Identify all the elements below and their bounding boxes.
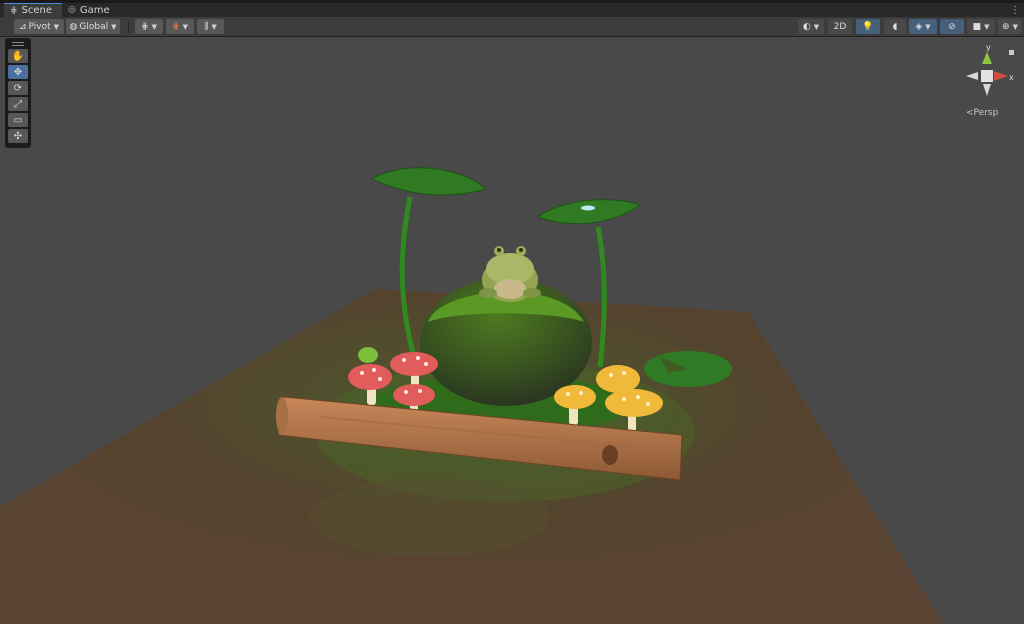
- speaker-icon: ◖: [892, 21, 898, 32]
- move-tool[interactable]: ✥: [8, 65, 28, 79]
- global-label: Global: [79, 21, 109, 32]
- scene-render: [0, 167, 944, 624]
- shading-mode-dropdown[interactable]: ◐ ▼: [798, 19, 824, 34]
- camera-dropdown[interactable]: ■ ▼: [967, 19, 995, 34]
- green-sprout: [358, 347, 378, 363]
- effects-dropdown[interactable]: ◈ ▼: [909, 19, 937, 34]
- tab-game-label: Game: [79, 4, 110, 16]
- pivot-dropdown[interactable]: ⊿ Pivot ▼: [14, 19, 64, 34]
- grid-icon: ⋕: [10, 5, 18, 16]
- vertex-snap-dropdown[interactable]: ⫼ ▼: [197, 19, 224, 34]
- increment-snap-dropdown[interactable]: ⋕ ▼: [166, 19, 194, 34]
- lighting-toggle-button[interactable]: 💡: [856, 19, 880, 34]
- chevron-down-icon: ▼: [182, 22, 188, 31]
- move-icon: ✥: [13, 66, 23, 78]
- increment-snap-icon: ⋕: [172, 21, 180, 32]
- chevron-down-icon: ▼: [1012, 22, 1018, 31]
- grid-snap-dropdown[interactable]: ⋕ ▼: [135, 19, 163, 34]
- large-leaf[interactable]: [537, 199, 642, 225]
- visibility-toggle-button[interactable]: ⊘: [940, 19, 964, 34]
- globe-icon: ⊕: [1002, 21, 1010, 32]
- rotate-icon: ⟳: [13, 82, 23, 94]
- tab-game[interactable]: ◎ Game: [62, 3, 118, 17]
- toolbar-divider: [128, 20, 129, 33]
- yellow-mushroom[interactable]: [596, 365, 640, 393]
- chevron-down-icon: ▼: [211, 22, 217, 31]
- snap-lines-icon: ⫼: [204, 21, 209, 32]
- tab-strip: ⋕ Scene ◎ Game ⋮: [0, 3, 1024, 17]
- moss-patch: [310, 477, 550, 557]
- lily-pad[interactable]: [644, 351, 732, 387]
- audio-toggle-button[interactable]: ◖: [884, 19, 906, 34]
- orientation-gizmo[interactable]: y x: [958, 42, 1016, 100]
- gamepad-icon: ◎: [68, 5, 76, 15]
- toggle-2d-label: 2D: [833, 21, 847, 32]
- chevron-down-icon: ▼: [151, 22, 157, 31]
- gizmo-neg-x-icon[interactable]: [966, 72, 978, 80]
- gizmo-x-label: x: [1009, 73, 1014, 82]
- layers-icon: ◈: [915, 21, 923, 32]
- eye-off-icon: ⊘: [948, 21, 956, 32]
- scene-viewport[interactable]: [0, 37, 1024, 624]
- tab-scene[interactable]: ⋕ Scene: [4, 3, 62, 17]
- large-leaf[interactable]: [370, 167, 488, 196]
- camera-icon: ■: [972, 21, 982, 32]
- gizmo-center-cube-icon[interactable]: [981, 70, 993, 82]
- chevron-down-icon: ▼: [53, 22, 60, 31]
- rect-tool[interactable]: ▭: [8, 113, 28, 127]
- gizmos-dropdown[interactable]: ⊕ ▼: [998, 19, 1022, 34]
- chevron-left-icon: <: [966, 108, 974, 118]
- chevron-down-icon: ▼: [111, 22, 117, 31]
- pivot-icon: ⊿: [18, 21, 27, 32]
- tab-scene-label: Scene: [21, 5, 53, 16]
- pivot-label: Pivot: [28, 21, 51, 32]
- drag-handle[interactable]: [8, 40, 28, 48]
- transform-tool[interactable]: ✣: [8, 129, 28, 143]
- grid-snap-icon: ⋕: [141, 21, 149, 32]
- projection-toggle[interactable]: <Persp: [966, 108, 998, 118]
- frog-model[interactable]: [479, 246, 541, 302]
- gizmo-x-axis-icon[interactable]: [994, 71, 1008, 81]
- rect-icon: ▭: [13, 114, 23, 126]
- global-dropdown[interactable]: ◍ Global ▼: [66, 19, 120, 34]
- scale-tool[interactable]: ⤢: [8, 97, 28, 111]
- tool-panel: ✋ ✥ ⟳ ⤢ ▭ ✣: [5, 38, 31, 148]
- chevron-down-icon: ▼: [925, 22, 931, 31]
- projection-label: Persp: [973, 108, 999, 118]
- gizmo-y-axis-icon[interactable]: [982, 52, 992, 64]
- chevron-down-icon: ▼: [813, 22, 820, 31]
- sphere-icon: ◐: [802, 21, 811, 32]
- scene-toolbar: ⊿ Pivot ▼ ◍ Global ▼ ⋕ ▼ ⋕ ▼ ⫼ ▼ ◐ ▼ 2D …: [0, 17, 1024, 37]
- transform-icon: ✣: [13, 130, 23, 142]
- more-options-icon[interactable]: ⋮: [1010, 6, 1020, 16]
- gizmo-neg-y-icon[interactable]: [983, 84, 991, 96]
- water-droplet: [581, 205, 595, 211]
- toggle-2d-button[interactable]: 2D: [828, 19, 852, 34]
- globe-icon: ◍: [69, 21, 78, 32]
- scale-icon: ⤢: [14, 98, 22, 110]
- chevron-down-icon: ▼: [984, 22, 990, 31]
- hand-tool[interactable]: ✋: [8, 49, 28, 63]
- lock-icon[interactable]: [1009, 50, 1014, 55]
- lightbulb-icon: 💡: [862, 21, 874, 32]
- gizmo-y-label: y: [986, 43, 991, 52]
- rotate-tool[interactable]: ⟳: [8, 81, 28, 95]
- hand-icon: ✋: [11, 50, 25, 62]
